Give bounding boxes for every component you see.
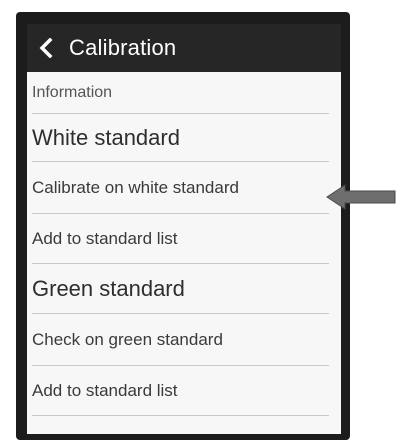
arrow-left-icon bbox=[326, 184, 396, 210]
section-green-standard: Green standard bbox=[27, 264, 341, 314]
menu-item-calibrate-white[interactable]: Calibrate on white standard bbox=[27, 162, 341, 214]
menu-item-add-to-list-green[interactable]: Add to standard list bbox=[27, 366, 341, 416]
menu-item-information[interactable]: Information bbox=[27, 72, 341, 114]
header-bar: Calibration bbox=[27, 24, 341, 72]
menu-item-check-green[interactable]: Check on green standard bbox=[27, 314, 341, 366]
calibration-screen: Calibration Information White standard C… bbox=[27, 24, 341, 434]
section-white-standard: White standard bbox=[27, 114, 341, 162]
menu-item-add-to-list-white[interactable]: Add to standard list bbox=[27, 214, 341, 264]
chevron-left-icon[interactable] bbox=[35, 36, 57, 60]
page-title: Calibration bbox=[69, 35, 177, 60]
device-frame: Calibration Information White standard C… bbox=[16, 12, 350, 440]
